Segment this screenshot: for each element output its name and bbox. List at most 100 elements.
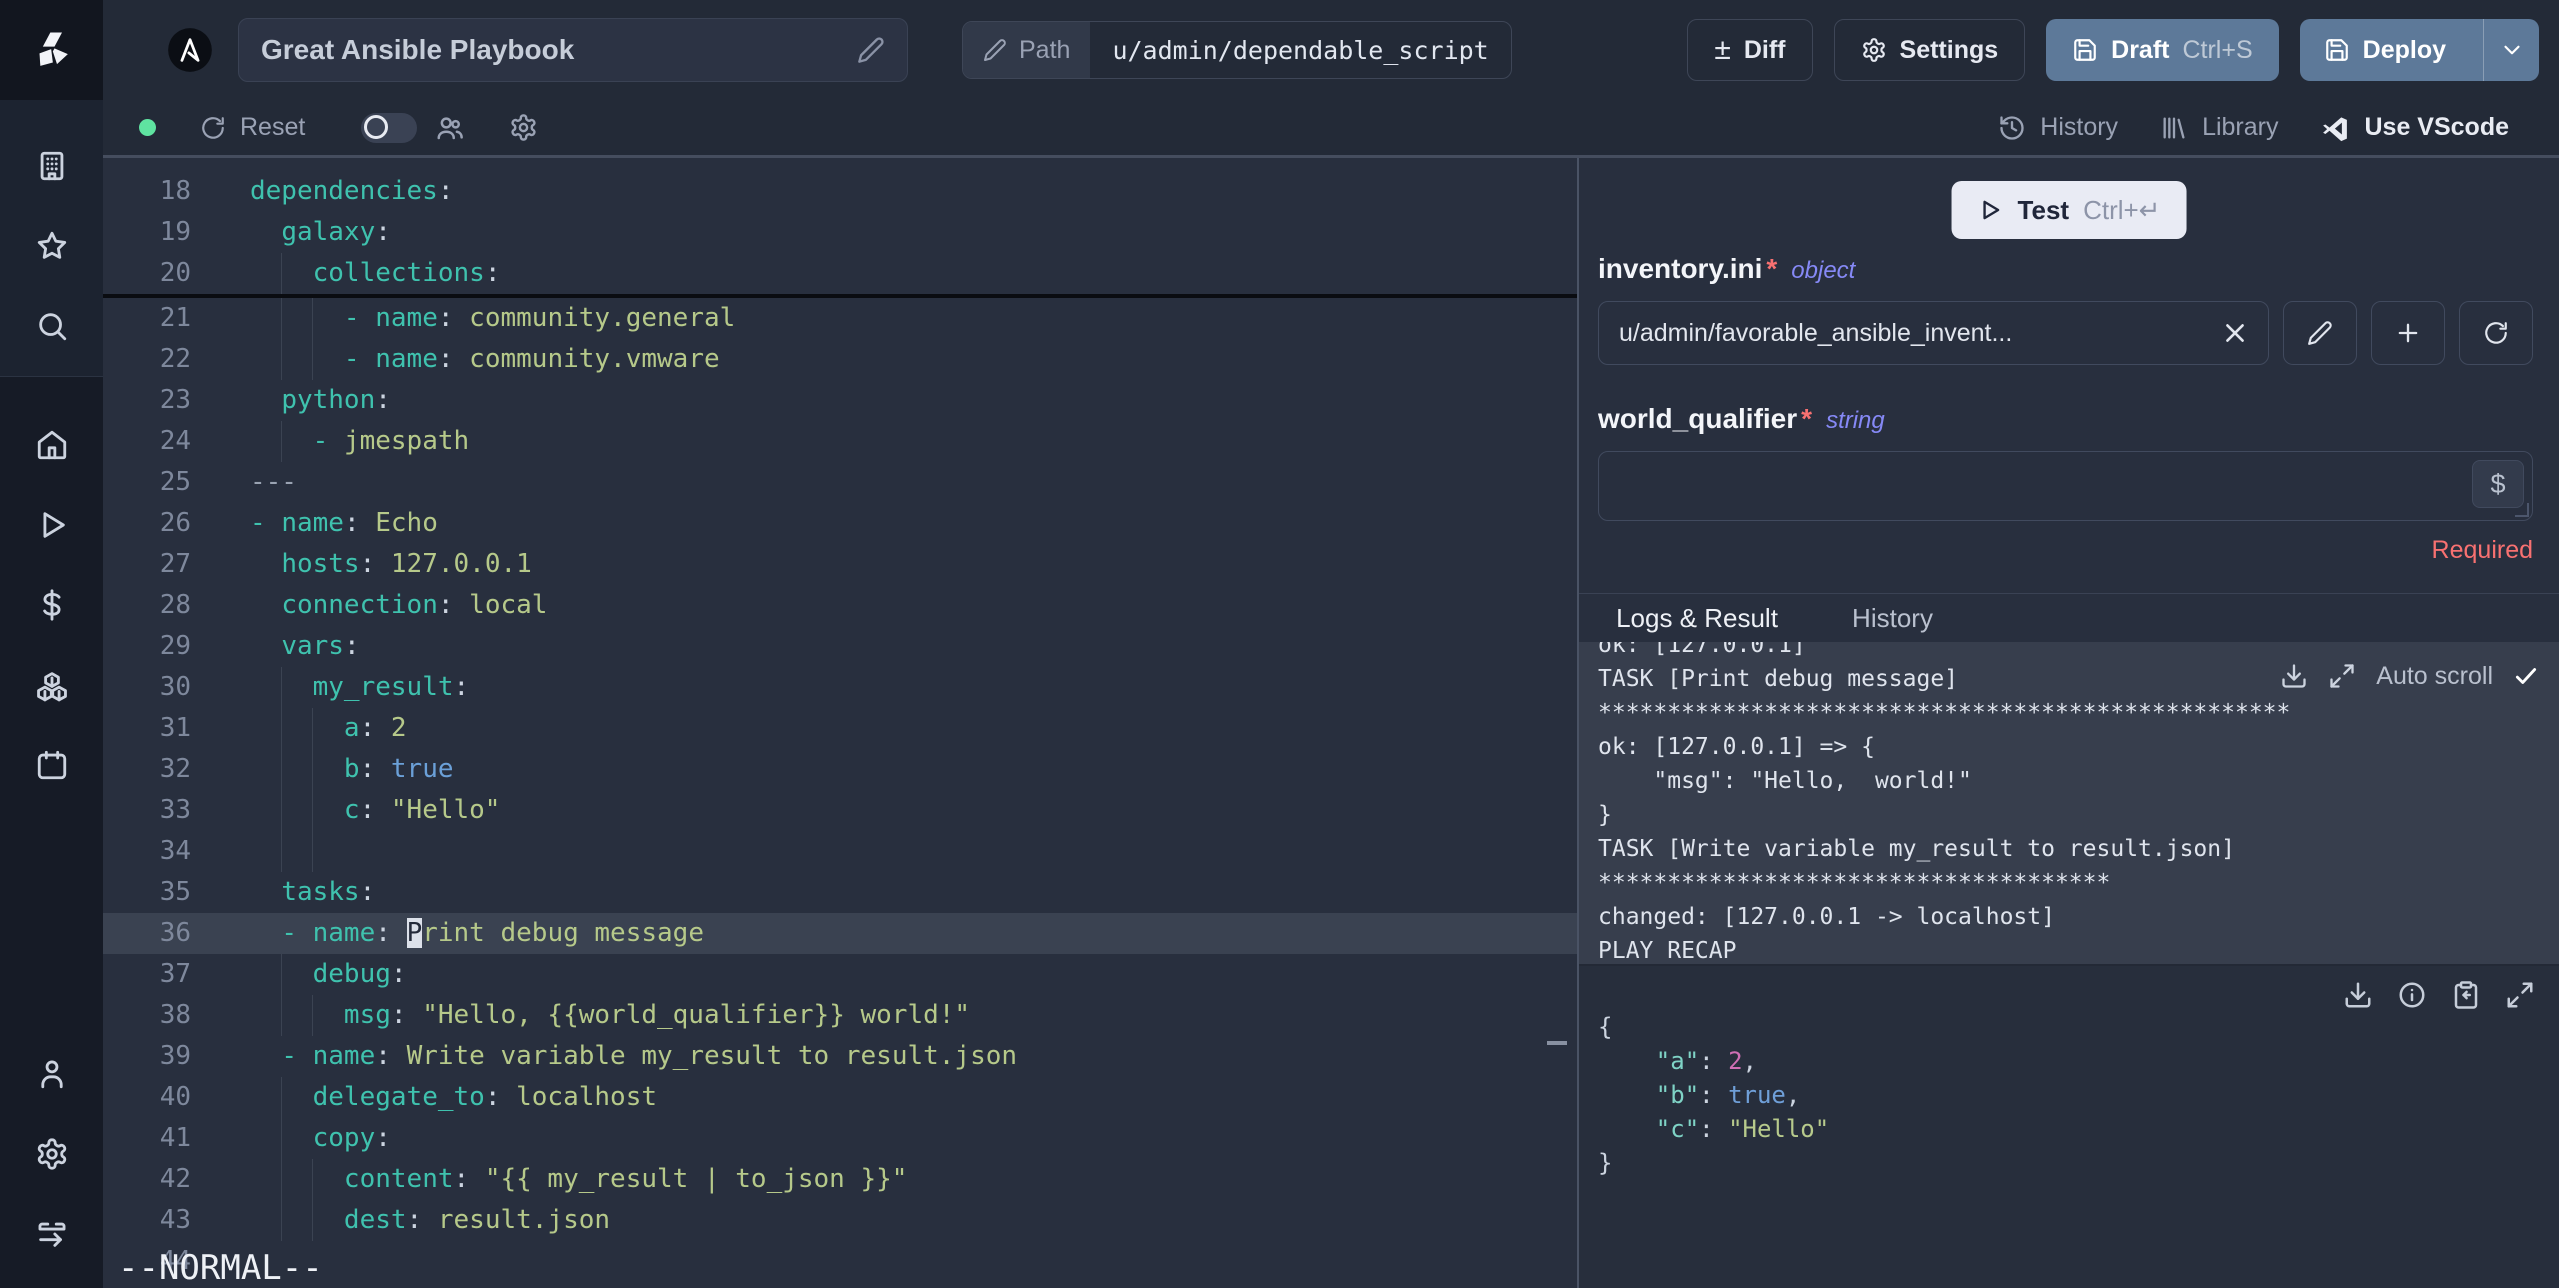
star-icon xyxy=(37,231,66,259)
overview-ruler-mark xyxy=(1547,1041,1567,1045)
sidebar-item-favorites[interactable] xyxy=(0,206,103,286)
pencil-icon xyxy=(984,39,1006,61)
check-icon[interactable] xyxy=(2513,663,2539,689)
code-line[interactable]: 18 dependencies: xyxy=(103,171,1577,212)
tab-logs-result[interactable]: Logs & Result xyxy=(1579,594,1815,647)
code-line[interactable]: 33 c: "Hello" xyxy=(103,790,1577,831)
resource-picker-input[interactable]: u/admin/favorable_ansible_invent... xyxy=(1598,301,2269,365)
result-line: } xyxy=(1598,1149,1613,1177)
script-title: Great Ansible Playbook xyxy=(261,34,575,65)
sticky-scroll-lines: 18 dependencies: 19 galaxy: 20 collections: xyxy=(103,171,1577,298)
copy-clipboard-icon[interactable] xyxy=(2451,980,2481,1010)
editor-settings-button[interactable] xyxy=(509,113,538,142)
path-widget[interactable]: Path u/admin/dependable_script xyxy=(962,21,1512,79)
code-line[interactable]: 19 galaxy: xyxy=(103,212,1577,253)
edit-title-icon[interactable] xyxy=(857,36,885,64)
script-title-field[interactable]: Great Ansible Playbook xyxy=(238,18,908,82)
download-result-icon[interactable] xyxy=(2343,980,2373,1010)
code-line[interactable]: 31 a: 2 xyxy=(103,708,1577,749)
sidebar-item-workspace[interactable] xyxy=(0,126,103,206)
line-number: 33 xyxy=(159,795,191,825)
add-resource-button[interactable] xyxy=(2371,301,2445,365)
line-number: 23 xyxy=(159,385,191,415)
diff-mode-toggle[interactable] xyxy=(361,112,418,143)
code-line[interactable]: 22 - name: community.vmware xyxy=(103,339,1577,380)
code-line[interactable]: 42 content: "{{ my_result | to_json }}" xyxy=(103,1159,1577,1200)
log-line: ok: [127.0.0.1] => { xyxy=(1598,734,1875,760)
history-icon xyxy=(2000,115,2024,140)
code-line[interactable]: 32 b: true xyxy=(103,749,1577,790)
sidebar-item-account[interactable] xyxy=(0,1034,103,1114)
diff-icon: ± xyxy=(1714,33,1731,66)
code-line[interactable]: 38 msg: "Hello, {{world_qualifier}} worl… xyxy=(103,995,1577,1036)
log-line: ************************************* xyxy=(1598,870,2111,896)
edit-resource-button[interactable] xyxy=(2283,301,2357,365)
refresh-resource-button[interactable] xyxy=(2459,301,2533,365)
settings-button[interactable]: Settings xyxy=(1833,19,2026,81)
info-icon[interactable] xyxy=(2397,980,2427,1010)
sidebar-item-schedules[interactable] xyxy=(0,725,103,805)
code-line[interactable]: 25 --- xyxy=(103,462,1577,503)
code-line[interactable]: 29 vars: xyxy=(103,626,1577,667)
code-line[interactable]: 27 hosts: 127.0.0.1 xyxy=(103,544,1577,585)
library-button[interactable]: Library xyxy=(2160,113,2278,142)
code-line[interactable]: 26- name: Echo xyxy=(103,503,1577,544)
use-vscode-button[interactable]: Use VScode xyxy=(2320,113,2509,143)
download-logs-icon[interactable] xyxy=(2280,662,2308,690)
deploy-button[interactable]: Deploy xyxy=(2300,19,2470,81)
editor-toolbar: Reset History Library Use VScode xyxy=(103,100,2559,157)
play-icon xyxy=(43,512,65,538)
code-line[interactable]: 21 - name: community.general xyxy=(103,298,1577,339)
sidebar-item-settings[interactable] xyxy=(0,1114,103,1194)
save-icon xyxy=(2074,39,2096,61)
vscode-icon xyxy=(2323,116,2348,141)
test-button[interactable]: Test Ctrl+↵ xyxy=(1951,181,2187,239)
code-line[interactable]: 28 connection: local xyxy=(103,585,1577,626)
sidebar-item-variables[interactable] xyxy=(0,565,103,645)
code-line[interactable]: 30 my_result: xyxy=(103,667,1577,708)
line-number: 41 xyxy=(159,1123,191,1153)
reset-button[interactable]: Reset xyxy=(200,113,305,142)
sidebar-item-logout[interactable] xyxy=(0,1194,103,1274)
code-line[interactable]: 20 collections: xyxy=(103,253,1577,294)
expand-logs-icon[interactable] xyxy=(2328,662,2356,690)
code-line[interactable]: 40 delegate_to: localhost xyxy=(103,1077,1577,1118)
line-number: 28 xyxy=(159,590,191,620)
world-qualifier-textarea[interactable]: $ xyxy=(1598,451,2533,521)
resize-grip[interactable] xyxy=(2515,503,2529,517)
code-lines[interactable]: 21 - name: community.general 22 - name: c… xyxy=(103,298,1577,1282)
sidebar-item-home[interactable] xyxy=(0,405,103,485)
multiplayer-button[interactable] xyxy=(435,113,465,143)
diff-button[interactable]: ± Diff xyxy=(1687,19,1813,81)
expand-result-icon[interactable] xyxy=(2505,980,2535,1010)
save-icon xyxy=(2325,39,2348,61)
code-line[interactable]: 43 dest: result.json xyxy=(103,1200,1577,1241)
log-line: changed: [127.0.0.1 -> localhost] xyxy=(1598,904,2055,930)
tab-history[interactable]: History xyxy=(1815,594,1970,647)
code-line[interactable]: 23 python: xyxy=(103,380,1577,421)
code-line[interactable]: 37 debug: xyxy=(103,954,1577,995)
variable-picker-button[interactable]: $ xyxy=(2472,460,2524,508)
required-asterisk: * xyxy=(1766,253,1778,284)
clear-icon[interactable] xyxy=(2222,320,2248,346)
history-button[interactable]: History xyxy=(1998,113,2118,142)
code-line[interactable]: 24 - jmespath xyxy=(103,421,1577,462)
code-line[interactable]: 44 xyxy=(103,1241,1577,1282)
result-pane[interactable]: { "a": 2, "b": true, "c": "Hello"} xyxy=(1579,964,2559,1288)
test-label: Test xyxy=(2017,194,2070,225)
deploy-dropdown-button[interactable] xyxy=(2483,19,2539,81)
sidebar-item-runs[interactable] xyxy=(0,485,103,565)
code-line[interactable]: 35 tasks: xyxy=(103,872,1577,913)
calendar-icon xyxy=(37,750,66,780)
log-console[interactable]: ok: [127.0.0.1] TASK [Print debug message… xyxy=(1579,642,2559,964)
sidebar-item-search[interactable] xyxy=(0,286,103,366)
windmill-logo[interactable] xyxy=(0,0,103,100)
sidebar-item-resources[interactable] xyxy=(0,645,103,725)
log-line: PLAY RECAP xyxy=(1598,938,1737,964)
draft-button[interactable]: Draft Ctrl+S xyxy=(2046,19,2279,81)
code-line[interactable]: 36 - name: Print debug message xyxy=(103,913,1577,954)
code-editor[interactable]: 18 dependencies: 19 galaxy: 20 collections:… xyxy=(103,158,1577,1288)
code-line[interactable]: 34 xyxy=(103,831,1577,872)
code-line[interactable]: 41 copy: xyxy=(103,1118,1577,1159)
code-line[interactable]: 39 - name: Write variable my_result to r… xyxy=(103,1036,1577,1077)
